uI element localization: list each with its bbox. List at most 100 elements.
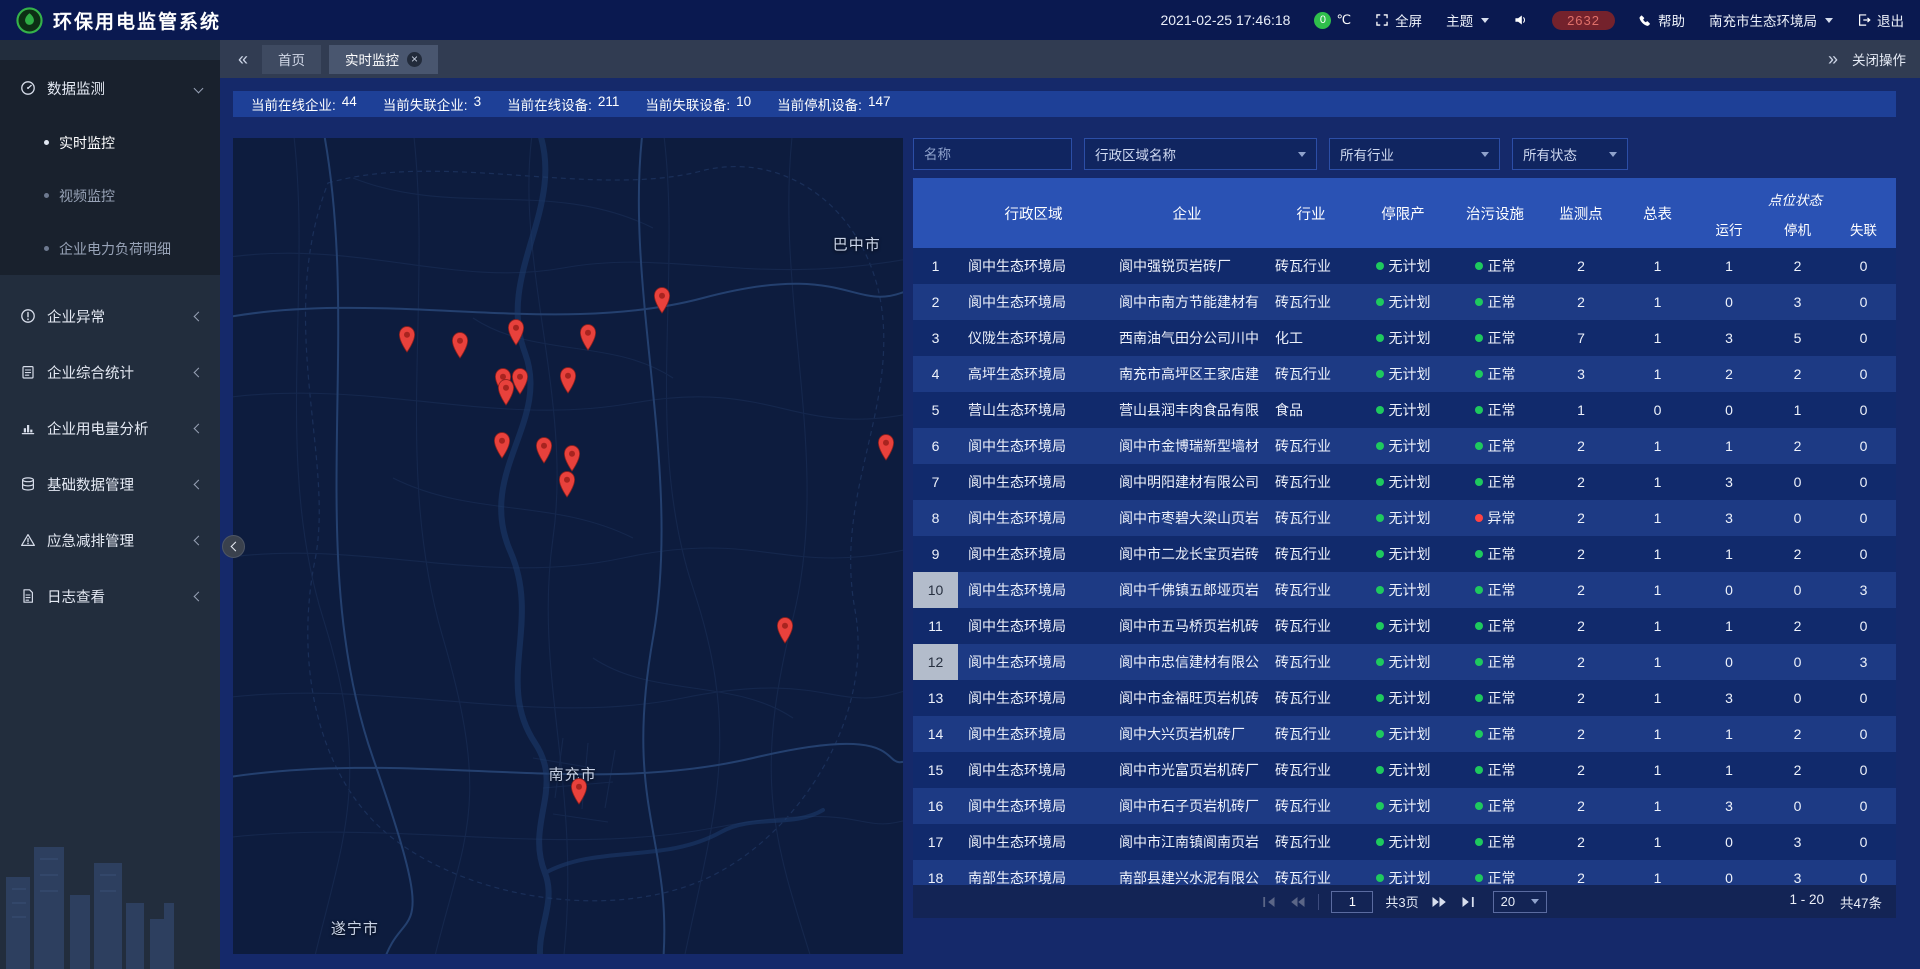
- theme-dropdown[interactable]: 主题: [1446, 10, 1489, 30]
- map-pin[interactable]: [557, 470, 577, 503]
- cell-stopped: 2: [1764, 248, 1831, 284]
- table-row[interactable]: 14阆中生态环境局阆中大兴页岩机砖厂砖瓦行业无计划正常21120: [913, 716, 1896, 752]
- status-dot-icon: [1376, 622, 1384, 630]
- cell-region: 仪陇生态环境局: [958, 320, 1109, 356]
- last-page-button[interactable]: [1460, 896, 1475, 908]
- sidebar-item-label: 企业异常: [47, 306, 105, 327]
- table-row[interactable]: 5营山生态环境局营山县润丰肉食品有限食品无计划正常10010: [913, 392, 1896, 428]
- map-pin[interactable]: [569, 777, 589, 810]
- row-index: 6: [913, 428, 958, 464]
- sidebar-item-emergency-reduction[interactable]: 应急减排管理: [0, 512, 220, 568]
- table-row[interactable]: 4高坪生态环境局南充市高坪区王家店建砖瓦行业无计划正常31220: [913, 356, 1896, 392]
- table-row[interactable]: 18南部生态环境局南部县建兴水泥有限公砖瓦行业无计划正常21030: [913, 860, 1896, 885]
- sidebar-item-company-statistics[interactable]: 企业综合统计: [0, 344, 220, 400]
- scroll-tabs-right-button[interactable]: »: [1824, 50, 1842, 68]
- table-row[interactable]: 13阆中生态环境局阆中市金福旺页岩机砖砖瓦行业无计划正常21300: [913, 680, 1896, 716]
- cell-region: 阆中生态环境局: [958, 680, 1109, 716]
- map-pin[interactable]: [510, 367, 530, 400]
- city-skyline-decoration: [0, 799, 220, 969]
- table-panel: 行政区域名称 所有行业 所有状态 行政区域企业行业停限产治污设施监测点总表点位状…: [913, 138, 1896, 954]
- table-row[interactable]: 2阆中生态环境局阆中市南方节能建材有砖瓦行业无计划正常21030: [913, 284, 1896, 320]
- data-monitoring-icon: [20, 80, 36, 96]
- alarm-count-badge[interactable]: 2632: [1552, 11, 1615, 30]
- sidebar-subitem-power-load-detail[interactable]: 企业电力负荷明细: [0, 222, 220, 275]
- cell-meters: 1: [1621, 752, 1694, 788]
- chevron-left-icon: [194, 591, 204, 601]
- scroll-tabs-left-button[interactable]: «: [234, 50, 252, 68]
- tab-realtime-monitor[interactable]: 实时监控×: [329, 45, 438, 74]
- org-dropdown[interactable]: 南充市生态环境局: [1709, 10, 1833, 30]
- next-page-button[interactable]: [1431, 896, 1448, 908]
- industry-filter-select[interactable]: 所有行业: [1329, 138, 1500, 170]
- sidebar-nav: 数据监测实时监控视频监控企业电力负荷明细企业异常企业综合统计企业用电量分析基础数…: [0, 60, 220, 624]
- app-title: 环保用电监管系统: [53, 7, 221, 34]
- help-button[interactable]: 帮助: [1639, 10, 1685, 30]
- table-row[interactable]: 10阆中生态环境局阆中千佛镇五郎垭页岩砖瓦行业无计划正常21003: [913, 572, 1896, 608]
- table-row[interactable]: 11阆中生态环境局阆中市五马桥页岩机砖砖瓦行业无计划正常21120: [913, 608, 1896, 644]
- table-row[interactable]: 12阆中生态环境局阆中市忠信建材有限公砖瓦行业无计划正常21003: [913, 644, 1896, 680]
- fullscreen-button[interactable]: 全屏: [1375, 10, 1422, 30]
- map-pin[interactable]: [775, 616, 795, 649]
- sidebar-item-data-monitoring[interactable]: 数据监测: [0, 60, 220, 116]
- table-row[interactable]: 8阆中生态环境局阆中市枣碧大梁山页岩砖瓦行业无计划异常21300: [913, 500, 1896, 536]
- tab-close-icon[interactable]: ×: [407, 52, 422, 67]
- sidebar-item-base-data-management[interactable]: 基础数据管理: [0, 456, 220, 512]
- cell-limit-production: 无计划: [1357, 860, 1449, 885]
- cell-company: 营山县润丰肉食品有限: [1109, 392, 1265, 428]
- logout-button[interactable]: 退出: [1857, 10, 1904, 30]
- map-pin[interactable]: [450, 331, 470, 364]
- prev-page-button[interactable]: [1289, 896, 1306, 908]
- map-canvas[interactable]: 巴中市南充市遂宁市: [233, 138, 903, 954]
- cell-company: 阆中强锐页岩砖厂: [1109, 248, 1265, 284]
- cell-meters: 1: [1621, 356, 1694, 392]
- cell-running: 2: [1694, 356, 1764, 392]
- table-row[interactable]: 16阆中生态环境局阆中市石子页岩机砖厂砖瓦行业无计划正常21300: [913, 788, 1896, 824]
- company-statistics-icon: [20, 364, 36, 380]
- row-index: 17: [913, 824, 958, 860]
- sidebar-item-company-abnormal[interactable]: 企业异常: [0, 288, 220, 344]
- map-pin[interactable]: [397, 325, 417, 358]
- map-pin[interactable]: [506, 318, 526, 351]
- logout-icon: [1857, 13, 1871, 27]
- map-pin[interactable]: [492, 431, 512, 464]
- close-operations-button[interactable]: 关闭操作: [1852, 49, 1906, 69]
- table-row[interactable]: 15阆中生态环境局阆中市光富页岩机砖厂砖瓦行业无计划正常21120: [913, 752, 1896, 788]
- cell-region: 阆中生态环境局: [958, 716, 1109, 752]
- sidebar-item-power-usage-analysis[interactable]: 企业用电量分析: [0, 400, 220, 456]
- map-pin[interactable]: [558, 366, 578, 399]
- page-size-select[interactable]: 20: [1493, 891, 1547, 913]
- table-row[interactable]: 17阆中生态环境局阆中市江南镇阆南页岩砖瓦行业无计划正常21030: [913, 824, 1896, 860]
- sidebar-subitem-realtime-monitor[interactable]: 实时监控: [0, 116, 220, 169]
- cell-limit-production: 无计划: [1357, 788, 1449, 824]
- cell-stopped: 2: [1764, 608, 1831, 644]
- name-filter-input[interactable]: [913, 138, 1072, 170]
- cell-region: 南部生态环境局: [958, 860, 1109, 885]
- status-dot-icon: [1376, 478, 1384, 486]
- map-pin[interactable]: [876, 433, 896, 466]
- tab-home[interactable]: 首页: [262, 45, 321, 74]
- cell-offline: 0: [1831, 464, 1896, 500]
- status-filter-select[interactable]: 所有状态: [1512, 138, 1628, 170]
- first-page-button[interactable]: [1262, 896, 1277, 908]
- map-pin[interactable]: [578, 323, 598, 356]
- cell-stopped: 0: [1764, 680, 1831, 716]
- cell-region: 阆中生态环境局: [958, 788, 1109, 824]
- table-row[interactable]: 9阆中生态环境局阆中市二龙长宝页岩砖砖瓦行业无计划正常21120: [913, 536, 1896, 572]
- map-pin[interactable]: [534, 436, 554, 469]
- map-pin[interactable]: [652, 286, 672, 319]
- table-row[interactable]: 1阆中生态环境局阆中强锐页岩砖厂砖瓦行业无计划正常21120: [913, 248, 1896, 284]
- sidebar-subitem-video-monitor[interactable]: 视频监控: [0, 169, 220, 222]
- cell-company: 南充市高坪区王家店建: [1109, 356, 1265, 392]
- sidebar-item-log-view[interactable]: 日志查看: [0, 568, 220, 624]
- pager-controls: 共3页 20: [1262, 891, 1546, 913]
- cell-offline: 0: [1831, 500, 1896, 536]
- page-number-input[interactable]: [1331, 891, 1373, 913]
- table-row[interactable]: 3仪陇生态环境局西南油气田分公司川中化工无计划正常71350: [913, 320, 1896, 356]
- cell-facility-status: 正常: [1449, 824, 1541, 860]
- cell-region: 阆中生态环境局: [958, 428, 1109, 464]
- region-filter-select[interactable]: 行政区域名称: [1084, 138, 1317, 170]
- main-content: 当前在线企业:44当前失联企业:3当前在线设备:211当前失联设备:10当前停机…: [220, 78, 1920, 969]
- table-row[interactable]: 7阆中生态环境局阆中明阳建材有限公司砖瓦行业无计划正常21300: [913, 464, 1896, 500]
- table-row[interactable]: 6阆中生态环境局阆中市金博瑞新型墙材砖瓦行业无计划正常21120: [913, 428, 1896, 464]
- sound-button[interactable]: [1513, 13, 1528, 27]
